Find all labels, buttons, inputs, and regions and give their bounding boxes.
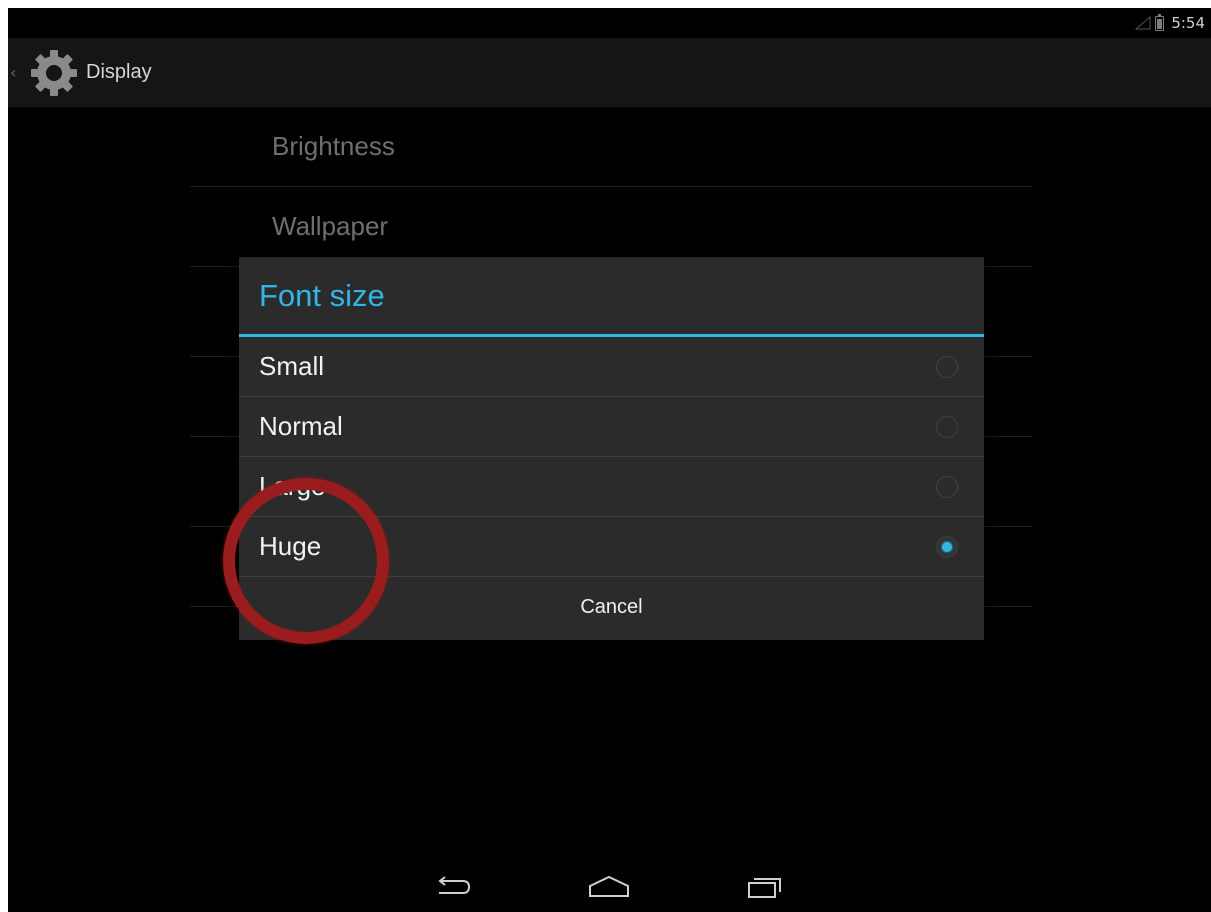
recent-apps-button[interactable]	[743, 870, 787, 904]
radio-button[interactable]	[936, 476, 958, 498]
radio-button[interactable]	[936, 416, 958, 438]
status-bar: 5:54	[8, 8, 1211, 38]
option-label: Huge	[259, 531, 322, 561]
signal-icon	[1135, 16, 1151, 30]
settings-item-label: Brightness	[272, 131, 395, 161]
back-icon	[438, 876, 471, 894]
action-bar-title: Display	[86, 61, 152, 83]
font-size-option-normal[interactable]: Normal	[239, 397, 984, 457]
action-bar: ‹ Display	[8, 38, 1211, 107]
font-size-option-large[interactable]: Large	[239, 457, 984, 517]
font-size-dialog: Font size Small Normal Large Huge Cancel	[239, 257, 984, 640]
settings-item-wallpaper[interactable]: Wallpaper	[190, 187, 1032, 267]
radio-button[interactable]	[936, 356, 958, 378]
up-caret-icon[interactable]: ‹	[10, 63, 22, 82]
dialog-title-bar: Font size	[239, 257, 984, 337]
gear-icon[interactable]	[26, 45, 82, 101]
home-icon	[589, 875, 629, 897]
radio-button-selected[interactable]	[936, 536, 958, 558]
option-label: Large	[259, 471, 326, 501]
font-size-option-small[interactable]: Small	[239, 337, 984, 397]
status-clock: 5:54	[1171, 14, 1205, 32]
navigation-bar	[8, 862, 1211, 912]
settings-item-label: Wallpaper	[272, 211, 389, 241]
back-button[interactable]	[431, 870, 475, 904]
font-size-option-huge[interactable]: Huge	[239, 517, 984, 577]
settings-item-brightness[interactable]: Brightness	[190, 107, 1032, 187]
home-button[interactable]	[587, 870, 631, 904]
recent-apps-icon	[748, 878, 781, 898]
cancel-button[interactable]: Cancel	[239, 577, 984, 637]
status-icons: 5:54	[1135, 13, 1205, 32]
dialog-title: Font size	[259, 277, 385, 313]
option-label: Small	[259, 351, 325, 381]
battery-icon	[1155, 13, 1165, 31]
option-label: Normal	[259, 411, 343, 441]
device-screen: 5:54 ‹ Display Brightness Wallpaper Font…	[8, 8, 1211, 912]
